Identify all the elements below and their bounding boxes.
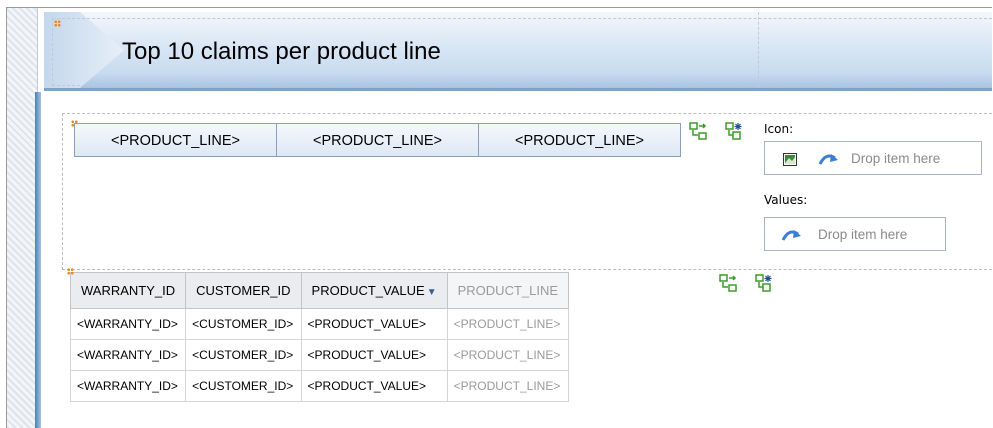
column-header-warranty-id[interactable]: WARRANTY_ID	[69, 272, 187, 309]
selection-handle-icon[interactable]	[67, 268, 74, 275]
selection-handle-icon[interactable]	[54, 20, 61, 27]
page-rail	[35, 92, 41, 428]
column-header-product-value[interactable]: PRODUCT_VALUE ▼	[300, 272, 448, 309]
table-cell[interactable]: <PRODUCT_LINE>	[446, 308, 570, 340]
column-header-product-line[interactable]: PRODUCT_LINE	[446, 272, 570, 309]
left-margin	[7, 8, 38, 428]
table-cell[interactable]: <CUSTOMER_ID>	[185, 339, 302, 371]
header-label: CUSTOMER_ID	[196, 283, 291, 298]
crosstab-column-header[interactable]: <PRODUCT_LINE>	[74, 123, 277, 157]
values-drop-zone[interactable]: Drop item here	[764, 217, 946, 251]
column-header-customer-id[interactable]: CUSTOMER_ID	[185, 272, 302, 309]
report-title[interactable]: Top 10 claims per product line	[122, 38, 441, 66]
table-cell[interactable]: <PRODUCT_VALUE>	[300, 308, 448, 340]
table-row: <WARRANTY_ID> <CUSTOMER_ID> <PRODUCT_VAL…	[69, 308, 570, 340]
header-label: PRODUCT_VALUE	[311, 283, 425, 298]
icon-drop-placeholder: Drop item here	[851, 151, 941, 166]
crosstab-properties-icon[interactable]	[725, 122, 743, 140]
table-cell[interactable]: <WARRANTY_ID>	[69, 339, 187, 371]
icon-drop-zone[interactable]: Drop item here	[764, 141, 982, 175]
table-cell[interactable]: <PRODUCT_VALUE>	[300, 339, 448, 371]
table-cell[interactable]: <CUSTOMER_ID>	[185, 370, 302, 402]
table-cell[interactable]: <WARRANTY_ID>	[69, 370, 187, 402]
values-drop-placeholder: Drop item here	[818, 227, 908, 242]
table-row: <WARRANTY_ID> <CUSTOMER_ID> <PRODUCT_VAL…	[69, 370, 570, 402]
list-properties-icon[interactable]	[755, 274, 773, 292]
insert-column-icon[interactable]	[719, 274, 737, 292]
table-row: <WARRANTY_ID> <CUSTOMER_ID> <PRODUCT_VAL…	[69, 339, 570, 371]
table-cell[interactable]: <PRODUCT_LINE>	[446, 339, 570, 371]
table-cell[interactable]: <WARRANTY_ID>	[69, 308, 187, 340]
table-cell[interactable]: <CUSTOMER_ID>	[185, 308, 302, 340]
report-banner[interactable]: Top 10 claims per product line	[44, 12, 992, 91]
table-header-row: WARRANTY_ID CUSTOMER_ID PRODUCT_VALUE ▼ P…	[69, 272, 570, 309]
crosstab-column-header[interactable]: <PRODUCT_LINE>	[478, 123, 681, 157]
image-icon	[783, 153, 797, 166]
banner-divider	[758, 12, 759, 88]
header-label: WARRANTY_ID	[81, 283, 176, 298]
report-canvas: Top 10 claims per product line <PRODUCT_…	[6, 7, 992, 428]
table-cell[interactable]: <PRODUCT_VALUE>	[300, 370, 448, 402]
insert-column-icon[interactable]	[689, 122, 707, 140]
table-cell[interactable]: <PRODUCT_LINE>	[446, 370, 570, 402]
sort-descending-icon[interactable]: ▼	[427, 287, 437, 298]
drop-arrow-icon	[818, 154, 838, 165]
header-label: PRODUCT_LINE	[457, 283, 559, 298]
drop-arrow-icon	[781, 230, 801, 241]
icon-zone-label: Icon:	[764, 122, 794, 136]
values-zone-label: Values:	[764, 193, 808, 207]
crosstab-column-header[interactable]: <PRODUCT_LINE>	[276, 123, 479, 157]
list-table: WARRANTY_ID CUSTOMER_ID PRODUCT_VALUE ▼ P…	[69, 272, 570, 402]
